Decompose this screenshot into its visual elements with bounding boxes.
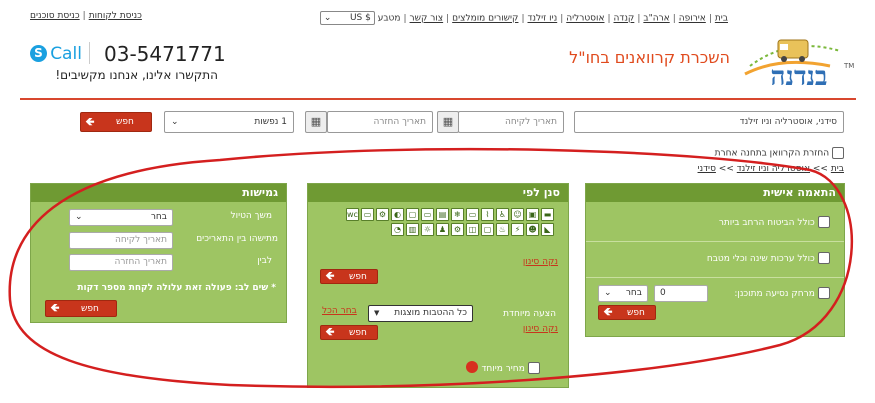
- annotation-ellipse: [8, 147, 854, 389]
